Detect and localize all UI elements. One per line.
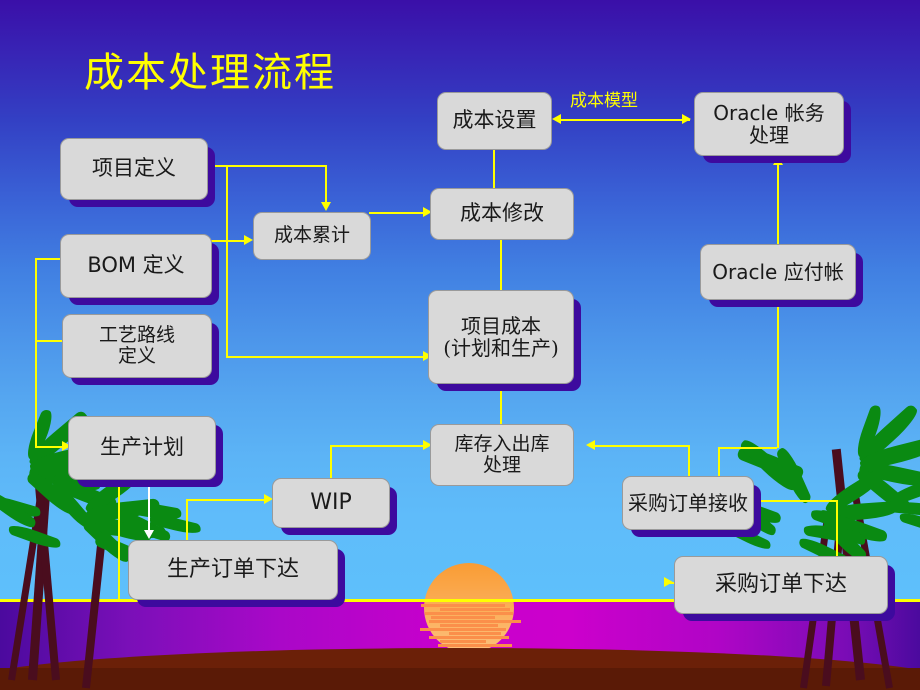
connector-segment <box>777 302 779 448</box>
connector-segment <box>210 240 248 242</box>
process-node-label: 成本累计 <box>273 224 350 247</box>
reflection-stripe <box>438 644 512 647</box>
connector-segment <box>118 478 120 600</box>
process-node[interactable]: 库存入出库 处理 <box>430 424 574 486</box>
arrowhead <box>586 440 595 450</box>
connector-segment <box>718 448 720 476</box>
process-node-label: 生产计划 <box>100 435 184 460</box>
process-node-label: 项目定义 <box>92 156 176 181</box>
process-node-label: 成本修改 <box>460 201 544 226</box>
process-node-label: Oracle 应付帐 <box>712 259 844 284</box>
process-node[interactable]: 采购订单下达 <box>674 556 888 614</box>
reflection-stripe <box>440 608 510 611</box>
process-node[interactable]: Oracle 帐务 处理 <box>694 92 844 156</box>
process-node[interactable]: 工艺路线 定义 <box>62 314 212 378</box>
process-node[interactable]: 成本修改 <box>430 188 574 240</box>
connector-segment <box>500 238 502 290</box>
process-node[interactable]: 采购订单接收 <box>622 476 754 530</box>
arrowhead <box>664 577 673 587</box>
reflection-stripe <box>420 628 506 631</box>
connector-segment <box>752 500 838 502</box>
connector-segment <box>718 447 777 449</box>
page-title: 成本处理流程 <box>84 50 336 96</box>
connector-segment <box>35 340 64 342</box>
connector-segment <box>556 119 690 121</box>
arrowhead <box>144 530 154 539</box>
reflection-stripe <box>449 632 501 635</box>
process-node-label: 成本设置 <box>452 108 537 133</box>
reflection-stripe <box>429 636 509 639</box>
connector-segment <box>688 445 690 476</box>
arrowhead <box>552 114 561 124</box>
connector-segment <box>226 167 228 241</box>
connector-segment <box>186 500 188 540</box>
process-node[interactable]: 成本累计 <box>253 212 371 260</box>
connector-segment <box>35 258 37 447</box>
connector-segment <box>330 446 332 478</box>
process-node-label: 工艺路线 定义 <box>98 323 175 367</box>
reflection-stripe <box>429 620 521 623</box>
reflection-stripe <box>440 640 486 643</box>
slide-canvas: 成本处理流程 项目定义 BOM 定义工艺路线 定义生产计划生产订单下达 成本累计 WIP… <box>0 0 920 690</box>
arrowhead <box>244 235 253 245</box>
process-node[interactable]: 项目定义 <box>60 138 208 200</box>
reflection-stripe <box>440 624 498 627</box>
process-node-label: Oracle 帐务 处理 <box>713 100 825 147</box>
process-node-label: 采购订单下达 <box>714 571 847 597</box>
connector-segment <box>325 165 327 206</box>
process-node[interactable]: WIP <box>272 478 390 528</box>
process-node[interactable]: 生产计划 <box>68 416 216 480</box>
connector-segment <box>590 445 690 447</box>
connector-segment <box>226 356 427 358</box>
process-node[interactable]: 项目成本 (计划和生产) <box>428 290 574 384</box>
reflection-stripe <box>431 616 495 619</box>
process-node[interactable]: Oracle 应付帐 <box>700 244 856 300</box>
process-node[interactable]: 成本设置 <box>437 92 552 150</box>
connector-segment <box>35 258 62 260</box>
connector-segment <box>330 445 427 447</box>
process-node-label: WIP <box>310 489 352 515</box>
arrowhead <box>682 114 691 124</box>
process-node-label: 采购订单接收 <box>628 490 748 515</box>
process-node[interactable]: 生产订单下达 <box>128 540 338 600</box>
process-node[interactable]: BOM 定义 <box>60 234 212 298</box>
connector-segment <box>369 212 427 214</box>
connector-segment <box>206 165 327 167</box>
connector-segment <box>777 160 779 244</box>
process-node-label: 项目成本 (计划和生产) <box>443 313 559 360</box>
reflection-stripe <box>425 612 513 615</box>
process-node-label: BOM 定义 <box>87 253 185 278</box>
edge-label: 成本模型 <box>570 91 638 111</box>
connector-segment <box>493 148 495 188</box>
process-node-label: 库存入出库 处理 <box>454 432 550 476</box>
connector-segment <box>186 499 268 501</box>
arrowhead <box>321 202 331 211</box>
reflection-stripe <box>421 604 505 607</box>
process-node-label: 生产订单下达 <box>166 556 299 582</box>
